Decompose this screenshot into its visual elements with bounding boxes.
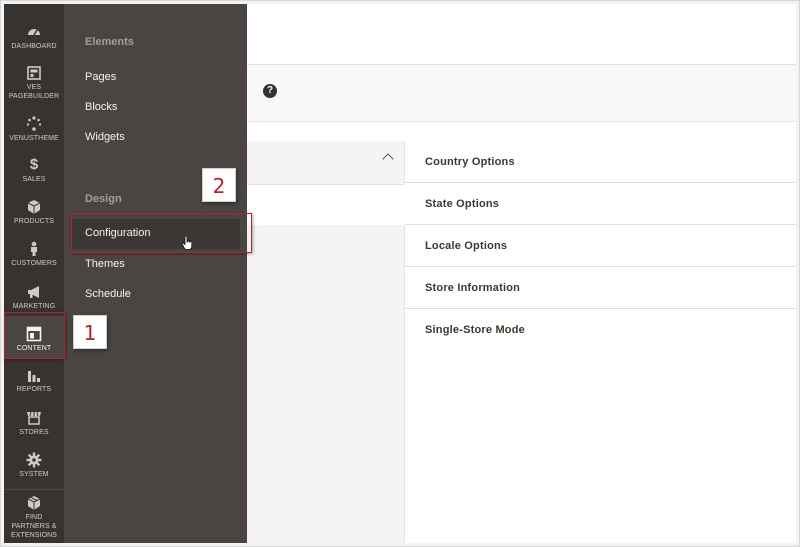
nav-item-dashboard[interactable]: DASHBOARD (4, 24, 64, 51)
nav-item-marketing[interactable]: MARKETING (4, 284, 64, 311)
nav-label: REPORTS (16, 386, 52, 393)
nav-label: VES PAGEBUILDER (8, 84, 60, 100)
submenu-heading-design: Design (85, 193, 122, 205)
help-icon[interactable]: ? (263, 84, 277, 98)
config-tabs-pane (247, 225, 405, 543)
pagebuilder-icon (26, 65, 42, 81)
section-country-options[interactable]: Country Options (405, 141, 796, 183)
submenu-link-blocks[interactable]: Blocks (85, 101, 117, 113)
section-locale-options[interactable]: Locale Options (405, 225, 796, 267)
bar-chart-icon (26, 367, 42, 383)
box-icon (26, 495, 42, 511)
admin-sidebar: DASHBOARD VES PAGEBUILDER VENUSTHEME $ S… (4, 4, 64, 543)
venustheme-icon (26, 116, 42, 132)
submenu-heading-elements: Elements (85, 36, 134, 48)
chevron-up-icon[interactable] (382, 153, 394, 165)
nav-item-customers[interactable]: CUSTOMERS (4, 241, 64, 268)
nav-item-venustheme[interactable]: VENUSTHEME (4, 116, 64, 143)
nav-item-system[interactable]: SYSTEM (4, 452, 64, 479)
nav-item-stores[interactable]: STORES (4, 410, 64, 437)
nav-item-sales[interactable]: $ SALES (4, 157, 64, 184)
gear-icon (26, 452, 42, 468)
nav-label: STORES (19, 429, 49, 436)
nav-item-reports[interactable]: REPORTS (4, 367, 64, 394)
person-icon (26, 241, 42, 257)
cube-icon (26, 199, 42, 215)
nav-item-ves-pagebuilder[interactable]: VES PAGEBUILDER (4, 65, 64, 101)
submenu-link-schedule[interactable]: Schedule (85, 288, 131, 300)
scope-switcher[interactable] (247, 141, 405, 185)
page-actions-bar: ? (247, 64, 796, 122)
nav-label: CUSTOMERS (11, 260, 57, 267)
callout-step-2: 2 (202, 168, 236, 202)
highlight-box-configuration (71, 213, 252, 253)
megaphone-icon (26, 284, 42, 300)
highlight-box-content (4, 312, 65, 359)
section-store-information[interactable]: Store Information (405, 267, 796, 309)
nav-label: DASHBOARD (11, 43, 57, 50)
store-icon (26, 410, 42, 426)
config-sections: Country Options State Options Locale Opt… (405, 141, 796, 351)
submenu-link-pages[interactable]: Pages (85, 71, 116, 83)
submenu-link-themes[interactable]: Themes (85, 258, 125, 270)
nav-label: MARKETING (12, 303, 56, 310)
nav-label: PRODUCTS (13, 218, 55, 225)
nav-label: VENUSTHEME (9, 135, 59, 142)
nav-item-products[interactable]: PRODUCTS (4, 199, 64, 226)
dollar-icon: $ (29, 156, 39, 173)
section-state-options[interactable]: State Options (405, 183, 796, 225)
callout-step-1: 1 (73, 315, 107, 349)
submenu-link-widgets[interactable]: Widgets (85, 131, 125, 143)
nav-label: FIND PARTNERS & EXTENSIONS (10, 514, 58, 539)
nav-label: SALES (22, 176, 46, 183)
nav-item-find-partners[interactable]: FIND PARTNERS & EXTENSIONS (4, 489, 64, 540)
section-single-store-mode[interactable]: Single-Store Mode (405, 309, 796, 351)
content-submenu: Elements Pages Blocks Widgets Design Con… (64, 4, 247, 543)
dashboard-icon (26, 24, 42, 40)
main-content: ? Country Options State Options Locale O… (247, 4, 796, 543)
nav-label: SYSTEM (19, 471, 49, 478)
